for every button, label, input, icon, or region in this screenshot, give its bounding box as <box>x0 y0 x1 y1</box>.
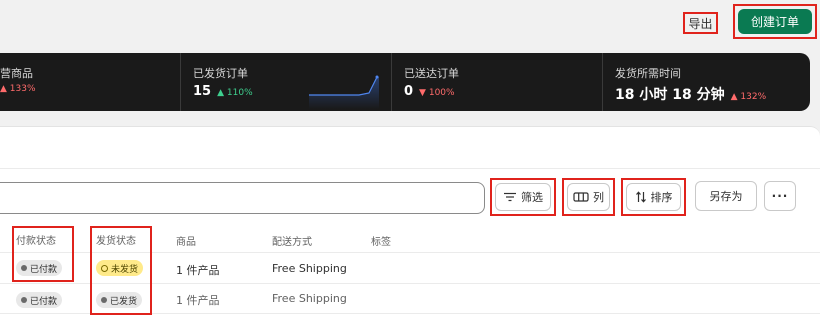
metric-change: ▲ 133% <box>0 84 36 94</box>
arrow-down-icon: ▼ <box>419 88 426 98</box>
cell-shipping: Free Shipping <box>272 262 347 275</box>
cell-products: 1 件产品 <box>176 264 220 277</box>
metric-value: 18 小时 18 分钟 <box>615 87 725 103</box>
status-dot-icon <box>21 297 27 303</box>
filter-button[interactable]: 筛选 <box>495 183 551 211</box>
metric-change: ▲ 132% <box>730 92 767 102</box>
columns-button[interactable]: 列 <box>567 183 610 211</box>
export-button[interactable]: 导出 <box>683 12 718 34</box>
arrow-up-icon: ▲ <box>730 92 738 102</box>
metric-label: 已送达订单 <box>404 67 459 80</box>
more-actions-button[interactable]: ··· <box>764 181 796 211</box>
search-input[interactable] <box>0 182 485 214</box>
save-as-button[interactable]: 另存为 <box>695 181 757 211</box>
cell-products: 1 件产品 <box>176 294 220 307</box>
sort-button[interactable]: 排序 <box>626 183 681 211</box>
filter-highlight: 筛选 <box>490 178 556 216</box>
metric-fulfillment-time[interactable]: 发货所需时间 18 小时 18 分钟 ▲ 132% <box>602 53 810 111</box>
divider <box>0 168 820 169</box>
metric-value: 15 <box>193 84 212 99</box>
metric-shipped-orders[interactable]: 已发货订单 15 ▲ 110% <box>180 53 391 111</box>
status-dot-icon <box>101 297 107 303</box>
metric-change: ▲ 110% <box>217 88 253 98</box>
header-payment-status[interactable]: 付款状态 <box>16 232 56 247</box>
filter-label: 筛选 <box>521 191 543 204</box>
create-order-button[interactable]: 创建订单 <box>738 9 812 34</box>
status-ring-icon <box>101 264 108 272</box>
metric-products[interactable]: 营商品 ▲ 133% <box>0 53 180 111</box>
sort-label: 排序 <box>650 191 673 204</box>
header-shipping[interactable]: 配送方式 <box>272 233 312 248</box>
sort-icon <box>635 191 646 203</box>
metric-change: ▼ 100% <box>419 88 455 98</box>
header-fulfillment-status[interactable]: 发货状态 <box>96 232 136 247</box>
status-dot-icon <box>21 265 27 271</box>
metric-value: 0 <box>404 84 414 99</box>
metric-delivered-orders[interactable]: 已送达订单 0 ▼ 100% <box>391 53 602 111</box>
filter-icon <box>504 192 516 202</box>
payment-status-badge: 已付款 <box>16 292 63 308</box>
fulfillment-status-badge: 未发货 <box>96 260 144 276</box>
sparkline-chart <box>309 75 379 109</box>
columns-highlight: 列 <box>562 178 615 216</box>
create-order-highlight: 创建订单 <box>733 4 817 39</box>
fulfillment-status-badge: 已发货 <box>96 292 143 308</box>
metric-label: 发货所需时间 <box>615 67 681 80</box>
columns-icon <box>573 192 589 202</box>
metric-label: 营商品 <box>0 67 33 80</box>
columns-label: 列 <box>593 191 604 204</box>
cell-shipping: Free Shipping <box>272 292 347 305</box>
metrics-bar: 营商品 ▲ 133% 已发货订单 15 ▲ 110% 已送达订单 0 ▼ 100… <box>0 53 810 111</box>
sort-highlight: 排序 <box>621 178 686 216</box>
payment-status-badge: 已付款 <box>16 260 63 276</box>
arrow-up-icon: ▲ <box>217 88 225 98</box>
header-tags[interactable]: 标签 <box>371 233 391 248</box>
arrow-up-icon: ▲ <box>0 84 7 94</box>
header-products[interactable]: 商品 <box>176 233 196 248</box>
